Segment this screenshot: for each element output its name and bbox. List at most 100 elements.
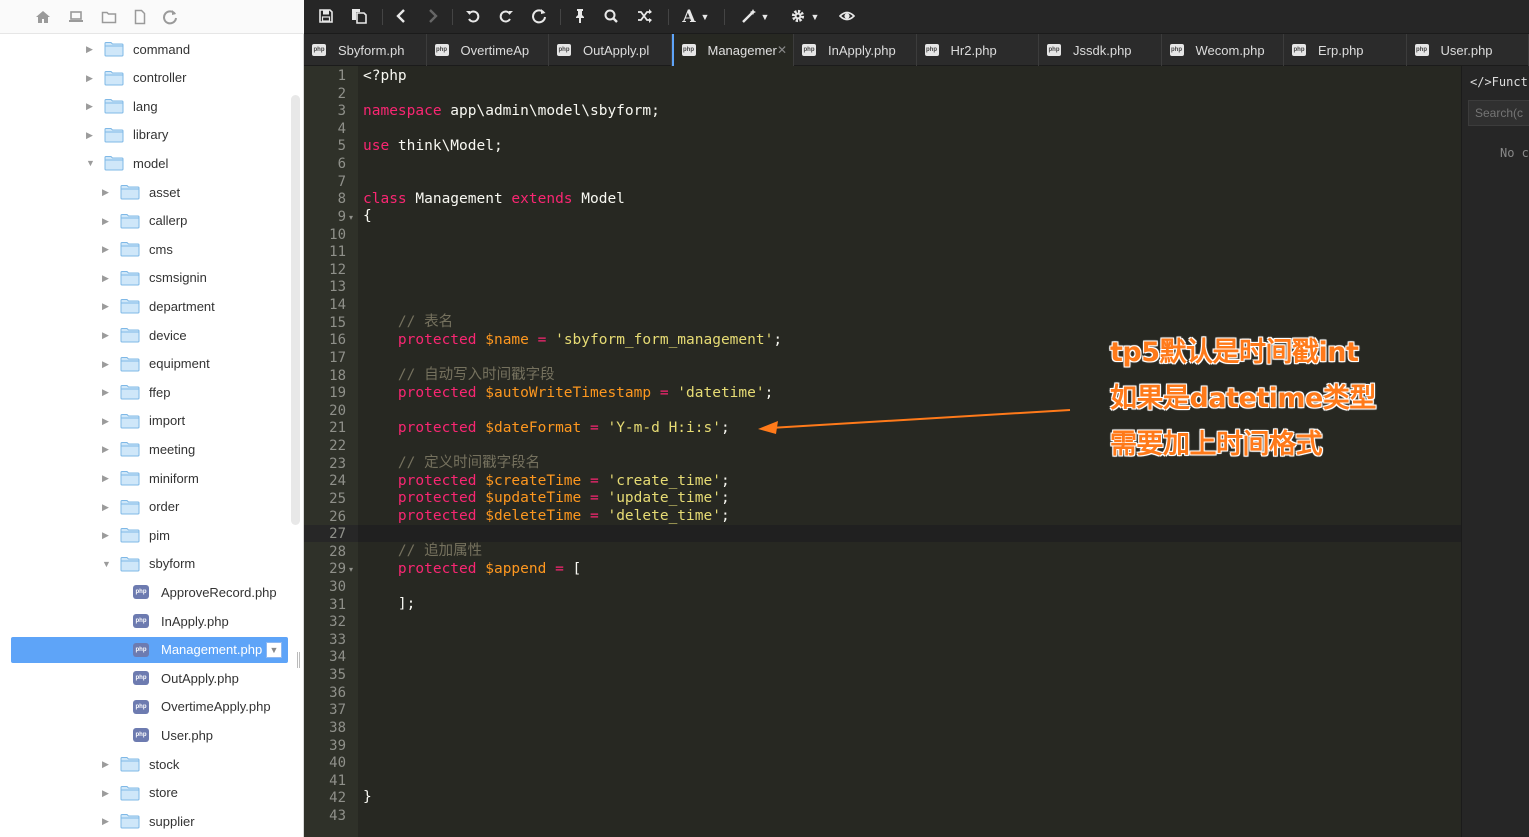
code-comment[interactable]: // 自动写入时间戳字段 bbox=[363, 367, 555, 384]
line-number[interactable]: 28 bbox=[304, 544, 346, 561]
magic-wand-icon[interactable] bbox=[741, 8, 757, 26]
editor-tab[interactable]: php OutApply.pl bbox=[549, 34, 672, 66]
code-line[interactable]: protected $autoWriteTimestamp = 'datetim… bbox=[363, 385, 773, 402]
function-search-input[interactable] bbox=[1468, 100, 1529, 126]
line-number[interactable]: 33 bbox=[304, 632, 346, 649]
tree-folder[interactable]: ▶ callerp bbox=[102, 208, 187, 234]
line-number[interactable]: 43 bbox=[304, 808, 346, 825]
tree-folder[interactable]: ▶ lang bbox=[86, 93, 158, 119]
caret-right-icon[interactable]: ▶ bbox=[102, 530, 112, 540]
line-number[interactable]: 17 bbox=[304, 350, 346, 367]
line-number[interactable]: 12 bbox=[304, 262, 346, 279]
tree-folder[interactable]: ▶ store bbox=[102, 780, 178, 806]
line-number[interactable]: 29 bbox=[304, 561, 346, 578]
tree-file[interactable]: php InApply.php bbox=[133, 608, 229, 634]
line-number[interactable]: 37 bbox=[304, 702, 346, 719]
caret-right-icon[interactable]: ▶ bbox=[102, 416, 112, 426]
code-line[interactable]: namespace app\admin\model\sbyform; bbox=[363, 103, 660, 120]
caret-down-icon[interactable]: ▼ bbox=[86, 158, 96, 168]
line-number[interactable]: 15 bbox=[304, 315, 346, 332]
tree-file[interactable]: php OutApply.php bbox=[133, 665, 239, 691]
line-number[interactable]: 8 bbox=[304, 191, 346, 208]
caret-right-icon[interactable]: ▶ bbox=[86, 73, 96, 83]
line-number[interactable]: 25 bbox=[304, 491, 346, 508]
file-icon[interactable] bbox=[132, 9, 148, 25]
line-number[interactable]: 1 bbox=[304, 68, 346, 85]
caret-right-icon[interactable]: ▶ bbox=[102, 759, 112, 769]
code-line[interactable]: protected $dateFormat = 'Y-m-d H:i:s'; bbox=[363, 420, 730, 437]
tree-folder[interactable]: ▶ device bbox=[102, 322, 187, 348]
line-number[interactable]: 5 bbox=[304, 138, 346, 155]
line-number[interactable]: 13 bbox=[304, 279, 346, 296]
tree-file[interactable]: php OvertimeApply.php bbox=[133, 694, 271, 720]
tree-folder[interactable]: ▶ meeting bbox=[102, 436, 195, 462]
line-number[interactable]: 24 bbox=[304, 473, 346, 490]
line-number[interactable]: 9 bbox=[304, 209, 346, 226]
line-number[interactable]: 4 bbox=[304, 121, 346, 138]
back-icon[interactable] bbox=[394, 8, 410, 26]
caret-right-icon[interactable]: ▶ bbox=[102, 816, 112, 826]
line-number[interactable]: 39 bbox=[304, 738, 346, 755]
tree-folder[interactable]: ▶ command bbox=[86, 36, 190, 62]
tree-file[interactable]: php ApproveRecord.php bbox=[133, 579, 277, 605]
gear-icon[interactable] bbox=[790, 8, 806, 26]
code-line[interactable]: protected $name = 'sbyform_form_manageme… bbox=[363, 332, 782, 349]
tree-folder[interactable]: ▶ library bbox=[86, 122, 168, 148]
code-line[interactable]: } bbox=[363, 789, 372, 806]
line-number[interactable]: 26 bbox=[304, 509, 346, 526]
fold-toggle-icon[interactable]: ▾ bbox=[349, 561, 353, 578]
caret-right-icon[interactable]: ▶ bbox=[102, 301, 112, 311]
tree-folder[interactable]: ▶ cms bbox=[102, 236, 173, 262]
line-number[interactable]: 32 bbox=[304, 614, 346, 631]
tree-folder[interactable]: ▶ equipment bbox=[102, 351, 210, 377]
code-line[interactable]: { bbox=[363, 208, 372, 225]
caret-right-icon[interactable]: ▶ bbox=[102, 473, 112, 483]
caret-right-icon[interactable]: ▶ bbox=[102, 216, 112, 226]
caret-right-icon[interactable]: ▶ bbox=[102, 502, 112, 512]
code-line[interactable]: <?php bbox=[363, 68, 407, 85]
sidebar-scrollbar[interactable] bbox=[291, 95, 300, 525]
redo-icon[interactable] bbox=[498, 8, 514, 26]
reload-icon[interactable] bbox=[531, 8, 547, 26]
undo-icon[interactable] bbox=[465, 8, 481, 26]
caret-right-icon[interactable]: ▶ bbox=[102, 387, 112, 397]
line-number[interactable]: 35 bbox=[304, 667, 346, 684]
editor-tab[interactable]: php User.php bbox=[1407, 34, 1529, 66]
line-number[interactable]: 23 bbox=[304, 456, 346, 473]
pin-icon[interactable] bbox=[572, 8, 588, 26]
chevron-down-icon[interactable]: ▼ bbox=[760, 8, 770, 26]
tree-folder[interactable]: ▶ import bbox=[102, 408, 185, 434]
tree-file[interactable]: php Management.php ▼ bbox=[11, 636, 288, 663]
chevron-down-icon[interactable]: ▼ bbox=[810, 8, 820, 26]
tree-folder[interactable]: ▶ pim bbox=[102, 522, 170, 548]
tree-folder[interactable]: ▶ controller bbox=[86, 65, 186, 91]
refresh-icon[interactable] bbox=[162, 9, 178, 25]
editor-tab[interactable]: php InApply.php bbox=[794, 34, 917, 66]
tree-folder[interactable]: ▼ model bbox=[86, 150, 168, 176]
code-comment[interactable]: // 追加属性 bbox=[363, 543, 482, 560]
tree-folder[interactable]: ▶ department bbox=[102, 293, 215, 319]
caret-right-icon[interactable]: ▶ bbox=[102, 788, 112, 798]
sidebar-resize-handle[interactable] bbox=[297, 652, 300, 668]
line-number[interactable]: 14 bbox=[304, 297, 346, 314]
editor-tab[interactable]: php Jssdk.php bbox=[1039, 34, 1162, 66]
caret-right-icon[interactable]: ▶ bbox=[102, 187, 112, 197]
line-number[interactable]: 21 bbox=[304, 420, 346, 437]
line-number[interactable]: 2 bbox=[304, 86, 346, 103]
laptop-icon[interactable] bbox=[68, 9, 84, 25]
line-number[interactable]: 34 bbox=[304, 649, 346, 666]
editor-tab[interactable]: php Erp.php bbox=[1284, 34, 1407, 66]
line-number[interactable]: 16 bbox=[304, 332, 346, 349]
line-number[interactable]: 27 bbox=[304, 526, 346, 543]
line-number[interactable]: 19 bbox=[304, 385, 346, 402]
caret-down-icon[interactable]: ▼ bbox=[102, 559, 112, 569]
tree-folder[interactable]: ▶ supplier bbox=[102, 808, 195, 834]
save-all-icon[interactable] bbox=[351, 8, 367, 26]
caret-right-icon[interactable]: ▶ bbox=[102, 359, 112, 369]
editor-tab[interactable]: php Managemer ✕ bbox=[671, 34, 794, 66]
code-line[interactable]: ]; bbox=[363, 596, 415, 613]
tree-folder[interactable]: ▶ order bbox=[102, 494, 179, 520]
code-line[interactable]: class Management extends Model bbox=[363, 191, 625, 208]
close-tab-icon[interactable]: ✕ bbox=[777, 43, 787, 57]
line-number[interactable]: 30 bbox=[304, 579, 346, 596]
